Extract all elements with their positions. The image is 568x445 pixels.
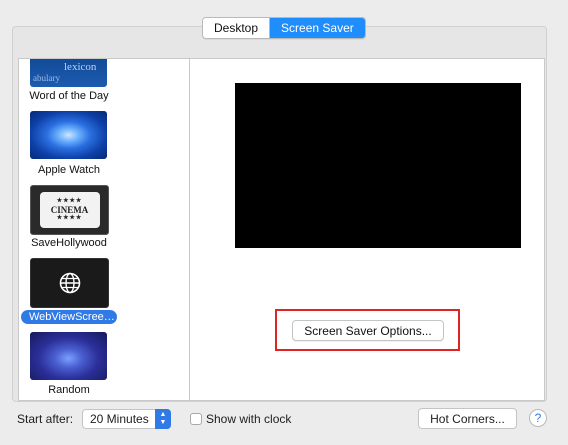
webview-thumbnail	[30, 258, 109, 308]
apple-watch-thumbnail	[30, 111, 107, 159]
thumb-word-vocabulary: abulary	[33, 73, 60, 83]
list-item-apple-watch[interactable]: Apple Watch	[19, 111, 189, 181]
list-item-webviewscreensaver[interactable]: WebViewScree…	[19, 258, 189, 328]
tab-screen-saver[interactable]: Screen Saver	[269, 18, 365, 38]
random-thumbnail	[30, 332, 107, 380]
cinema-ticket-icon: ★★★★ CINEMA ★★★★	[39, 192, 100, 228]
ticket-stars: ★★★★	[56, 215, 83, 221]
tab-bar: Desktop Screen Saver	[202, 17, 366, 39]
list-item-label: SaveHollywood	[31, 237, 107, 249]
show-with-clock-label[interactable]: Show with clock	[206, 412, 291, 426]
thumb-word-lexicon: lexicon	[64, 61, 97, 73]
list-item-label-selected: WebViewScree…	[21, 310, 117, 324]
list-item-random[interactable]: Random	[19, 332, 189, 400]
tab-desktop[interactable]: Desktop	[203, 18, 270, 38]
start-after-value: 20 Minutes	[90, 412, 149, 426]
hot-corners-button[interactable]: Hot Corners...	[418, 408, 517, 429]
chevron-updown-icon: ▲ ▼	[155, 409, 171, 429]
list-item-word-of-the-day[interactable]: lexicon abulary Word of the Day	[19, 59, 189, 103]
list-item-label: Apple Watch	[38, 164, 100, 176]
word-of-the-day-thumbnail: lexicon abulary	[30, 59, 107, 87]
screen-saver-list[interactable]: lexicon abulary Word of the Day Apple Wa…	[18, 58, 190, 401]
show-with-clock-checkbox[interactable]	[190, 413, 202, 425]
help-button[interactable]: ?	[529, 409, 547, 427]
screen-saver-options-button[interactable]: Screen Saver Options...	[292, 320, 444, 341]
start-after-label: Start after:	[17, 412, 74, 426]
ticket-text: CINEMA	[50, 205, 89, 215]
list-item-label: Random	[48, 384, 90, 396]
list-item-label: Word of the Day	[29, 90, 109, 102]
start-after-popup[interactable]: 20 Minutes ▲ ▼	[82, 409, 171, 429]
ticket-stars: ★★★★	[56, 198, 83, 204]
list-item-savehollywood[interactable]: ★★★★ CINEMA ★★★★ SaveHollywood	[19, 185, 189, 255]
globe-icon	[59, 272, 80, 294]
screen-saver-preview	[235, 83, 521, 248]
savehollywood-thumbnail: ★★★★ CINEMA ★★★★	[30, 185, 109, 235]
